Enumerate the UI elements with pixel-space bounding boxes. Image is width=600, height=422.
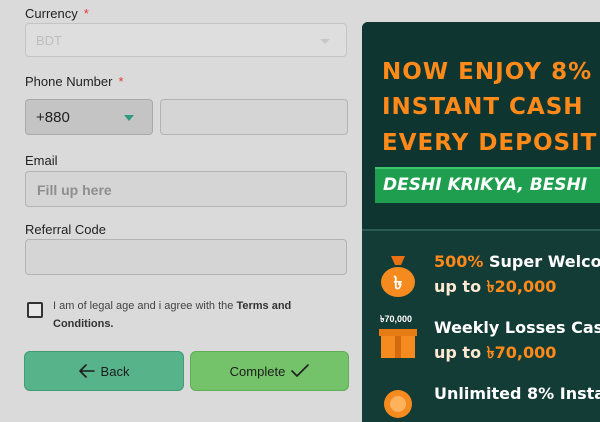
check-icon <box>291 364 310 377</box>
currency-select[interactable]: BDT <box>25 23 347 57</box>
gift-badge: ৳70,000 <box>380 314 413 324</box>
money-bag-icon: ৳ <box>381 256 415 297</box>
headline-line-3: EVERY DEPOSIT <box>382 130 598 156</box>
currency-label: Currency * <box>25 6 89 21</box>
phone-input[interactable] <box>160 99 348 135</box>
svg-text:৳: ৳ <box>394 273 403 294</box>
promo-headline-area: NOW ENJOY 8% INSTANT CASH EVERY DEPOSIT … <box>362 22 600 231</box>
promo-ribbon: DESHI KRIKYA, BESHI <box>375 167 600 203</box>
country-code-value: +880 <box>36 109 70 126</box>
phone-label: Phone Number * <box>25 74 124 89</box>
email-input[interactable]: Fill up here <box>25 171 347 207</box>
agree-text: I am of legal age and i agree with the T… <box>53 300 292 330</box>
agree-checkbox[interactable] <box>27 302 43 318</box>
email-placeholder: Fill up here <box>37 182 112 198</box>
coin-icon <box>384 390 412 418</box>
back-button[interactable]: Back <box>24 351 184 391</box>
arrow-left-icon <box>78 364 95 378</box>
chevron-down-icon <box>124 115 134 121</box>
back-label: Back <box>100 363 130 379</box>
currency-value: BDT <box>36 33 62 48</box>
referral-label: Referral Code <box>25 222 106 237</box>
country-code-select[interactable]: +880 <box>25 99 153 135</box>
ribbon-text: DESHI KRIKYA, BESHI <box>383 175 588 195</box>
chevron-down-icon <box>320 39 330 44</box>
complete-label: Complete <box>229 363 286 379</box>
referral-input[interactable] <box>25 239 347 275</box>
complete-button[interactable]: Complete <box>190 351 349 391</box>
headline-line-2: INSTANT CASH <box>382 94 584 120</box>
email-label: Email <box>25 153 58 168</box>
promo-banner: NOW ENJOY 8% INSTANT CASH EVERY DEPOSIT … <box>362 22 600 422</box>
headline-line-1: NOW ENJOY 8% <box>382 59 593 85</box>
registration-form: Currency * BDT Phone Number * +880 Email F… <box>0 0 360 400</box>
